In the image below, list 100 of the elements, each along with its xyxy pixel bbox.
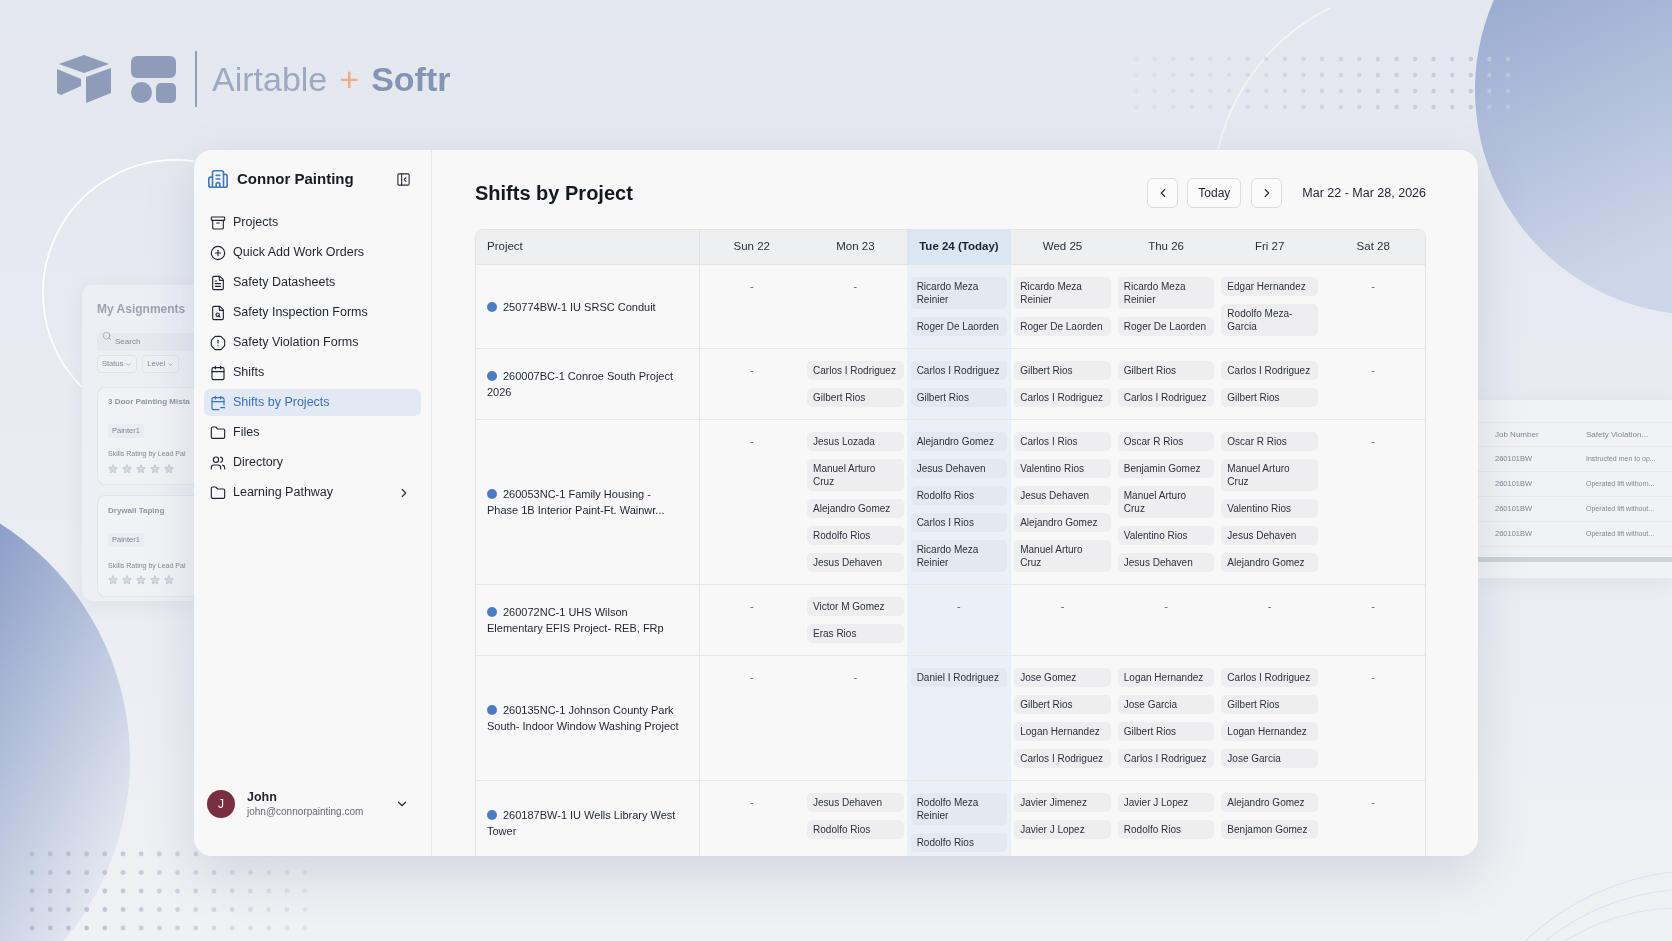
- sidebar-item[interactable]: Safety Violation Forms: [204, 329, 421, 356]
- shift-entry[interactable]: Rodolfo Rios: [1117, 820, 1215, 839]
- shift-entry[interactable]: Logan Hernandez: [1117, 668, 1215, 687]
- shift-entry[interactable]: Alejandro Gomez: [910, 432, 1008, 451]
- shift-entry[interactable]: Manuel Arturo Cruz: [1117, 486, 1215, 518]
- shift-entry[interactable]: Valentino Rios: [1117, 526, 1215, 545]
- shift-entry[interactable]: Jesus Lozada: [807, 432, 904, 451]
- shift-entry[interactable]: Jesus Dehaven: [1117, 553, 1215, 572]
- shift-entry[interactable]: Ricardo Meza Reinier: [1014, 277, 1111, 309]
- no-shifts-dash: -: [749, 795, 754, 809]
- today-button[interactable]: Today: [1187, 178, 1242, 208]
- shift-entry[interactable]: Jose Garcia: [1117, 695, 1215, 714]
- sidebar-item[interactable]: Safety Inspection Forms: [204, 299, 421, 326]
- shift-entry[interactable]: Gilbert Rios: [1014, 695, 1111, 714]
- shift-entry[interactable]: Gilbert Rios: [1014, 361, 1111, 380]
- shift-entry[interactable]: Carlos I Rodriguez: [1014, 749, 1111, 768]
- shift-entry[interactable]: Rodolfo Meza-Garcia: [1221, 304, 1318, 336]
- shift-entry[interactable]: Carlos I Rodriguez: [807, 361, 904, 380]
- shift-entry[interactable]: Gilbert Rios: [1117, 361, 1215, 380]
- shift-entry[interactable]: Carlos I Rios: [910, 513, 1008, 532]
- shift-entry[interactable]: Carlos I Rodriguez: [1221, 668, 1318, 687]
- no-shifts-dash: -: [1371, 670, 1376, 684]
- sidebar-item[interactable]: Projects: [204, 209, 421, 236]
- no-shifts-dash: -: [749, 599, 754, 613]
- shift-entry[interactable]: Alejandro Gomez: [1221, 553, 1318, 572]
- shift-entry[interactable]: Javier J Lopez: [1117, 793, 1215, 812]
- shift-entry[interactable]: Valentino Rios: [1221, 499, 1318, 518]
- star-icon: [136, 575, 146, 585]
- shift-entry[interactable]: Jesus Dehaven: [1014, 486, 1111, 505]
- shift-entry[interactable]: Ricardo Meza Reinier: [910, 540, 1008, 572]
- shift-entry[interactable]: Jesus Dehaven: [1221, 526, 1318, 545]
- shift-entry[interactable]: Jesus Dehaven: [910, 459, 1008, 478]
- shift-entry[interactable]: Jose Garcia: [1221, 749, 1318, 768]
- shift-entry[interactable]: Alejandro Gomez: [1221, 793, 1318, 812]
- user-avatar: J: [207, 790, 235, 818]
- shift-entry[interactable]: Jesus Dehaven: [807, 553, 904, 572]
- sidebar-item[interactable]: Learning Pathway: [204, 479, 421, 506]
- shift-entry[interactable]: Roger De Laorden: [1117, 317, 1215, 336]
- document-icon: [210, 274, 226, 291]
- shift-entry[interactable]: Javier J Lopez: [1014, 820, 1111, 839]
- shift-entry[interactable]: Jesus Dehaven: [807, 793, 904, 812]
- shift-entry[interactable]: Oscar R Rios: [1221, 432, 1318, 451]
- shift-entry[interactable]: Rodolfo Rios: [910, 486, 1008, 505]
- shift-entry[interactable]: Benjamon Gomez: [1221, 820, 1318, 839]
- shift-entry[interactable]: Daniel I Rodriguez: [910, 668, 1008, 687]
- shift-entry[interactable]: Javier Jimenez: [1014, 793, 1111, 812]
- plus-sign: +: [339, 62, 360, 96]
- shift-entry[interactable]: Ricardo Meza Reinier: [1117, 277, 1215, 309]
- shift-entry[interactable]: Rodolfo Rios: [910, 833, 1008, 852]
- shift-entry[interactable]: Carlos I Rodriguez: [1014, 388, 1111, 407]
- shift-entry[interactable]: Ricardo Meza Reinier: [910, 277, 1008, 309]
- folder-icon: [210, 484, 226, 501]
- shift-entry[interactable]: Rodolfo Rios: [807, 526, 904, 545]
- collapse-sidebar-icon[interactable]: [396, 171, 411, 187]
- shift-entry[interactable]: Gilbert Rios: [1221, 695, 1318, 714]
- shift-entry[interactable]: Carlos I Rodriguez: [910, 361, 1008, 380]
- shift-entry[interactable]: Manuel Arturo Cruz: [807, 459, 904, 491]
- shift-entry[interactable]: Carlos I Rodriguez: [1117, 749, 1215, 768]
- shift-entry[interactable]: Valentino Rios: [1014, 459, 1111, 478]
- no-shifts-dash: -: [749, 363, 754, 377]
- shift-entry[interactable]: Carlos I Rodriguez: [1221, 361, 1318, 380]
- shift-entry[interactable]: Jose Gomez: [1014, 668, 1111, 687]
- shift-entry[interactable]: Gilbert Rios: [1117, 722, 1215, 741]
- sidebar-item[interactable]: Shifts by Projects: [204, 389, 421, 416]
- shift-entry[interactable]: Gilbert Rios: [807, 388, 904, 407]
- sidebar-item[interactable]: Quick Add Work Orders: [204, 239, 421, 266]
- shift-entry[interactable]: Rodolfo Meza Reinier: [910, 793, 1008, 825]
- shift-entry[interactable]: Benjamin Gomez: [1117, 459, 1215, 478]
- shift-entry[interactable]: Manuel Arturo Cruz: [1014, 540, 1111, 572]
- shift-entry[interactable]: Logan Hernandez: [1221, 722, 1318, 741]
- shift-entry[interactable]: Manuel Arturo Cruz: [1221, 459, 1318, 491]
- shift-entry[interactable]: Carlos I Rodriguez: [1117, 388, 1215, 407]
- shift-entry[interactable]: Logan Hernandez: [1014, 722, 1111, 741]
- shift-entry[interactable]: Roger De Laorden: [1014, 317, 1111, 336]
- shift-entry[interactable]: Eras Rios: [807, 624, 904, 643]
- no-shifts-dash: -: [749, 279, 754, 293]
- shift-entry[interactable]: Rodolfo Rios: [807, 820, 904, 839]
- sidebar-item[interactable]: Files: [204, 419, 421, 446]
- search-icon: [102, 331, 112, 341]
- shift-entry[interactable]: Oscar R Rios: [1117, 432, 1215, 451]
- shift-entry[interactable]: Edgar Hernandez: [1221, 277, 1318, 296]
- search-field[interactable]: Search: [97, 332, 194, 351]
- no-shifts-dash: -: [1371, 363, 1376, 377]
- shift-entry[interactable]: Roger De Laorden: [910, 317, 1008, 336]
- app-title: Connor Painting: [237, 168, 354, 189]
- shift-entry[interactable]: Gilbert Rios: [1221, 388, 1318, 407]
- shift-entry[interactable]: Victor M Gomez: [807, 597, 904, 616]
- folder-icon: [210, 424, 226, 441]
- no-shifts-dash: -: [1371, 795, 1376, 809]
- shift-entry[interactable]: Alejandro Gomez: [807, 499, 904, 518]
- shift-entry[interactable]: Alejandro Gomez: [1014, 513, 1111, 532]
- sidebar-item[interactable]: Shifts: [204, 359, 421, 386]
- sidebar-item[interactable]: Safety Datasheets: [204, 269, 421, 296]
- chevron-down-icon: [167, 360, 175, 368]
- shift-entry[interactable]: Gilbert Rios: [910, 388, 1008, 407]
- document-search-icon: [210, 304, 226, 321]
- building-icon: [207, 168, 229, 190]
- sidebar-item[interactable]: Directory: [204, 449, 421, 476]
- no-shifts-dash: -: [1371, 434, 1376, 448]
- shift-entry[interactable]: Carlos I Rios: [1014, 432, 1111, 451]
